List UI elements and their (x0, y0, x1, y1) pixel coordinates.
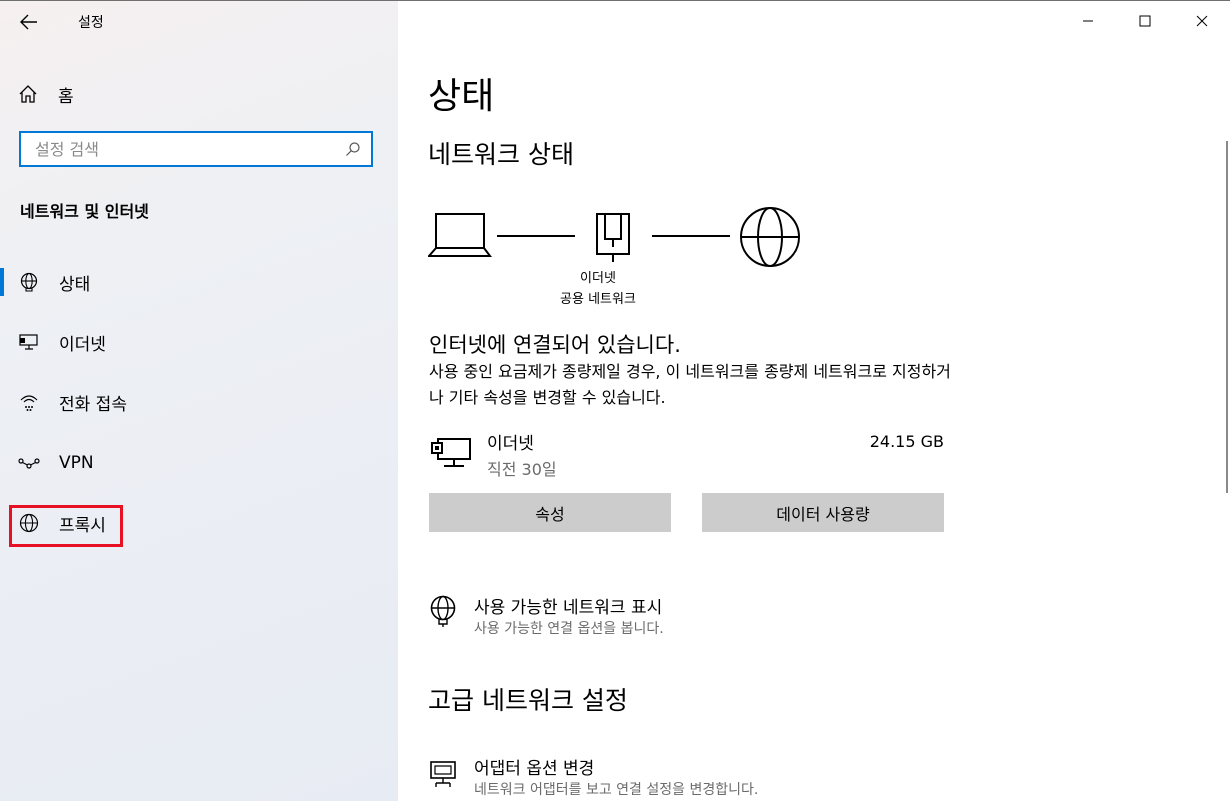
search-icon[interactable] (345, 141, 361, 161)
sidebar-item-dialup[interactable]: 전화 접속 (0, 382, 398, 422)
section-title: 네트워크 및 인터넷 (20, 202, 149, 221)
globe-internet-icon (740, 207, 800, 267)
minimize-button[interactable] (1059, 1, 1116, 41)
globe-icon (18, 512, 40, 534)
ethernet-adapter-icon (596, 213, 630, 262)
dialup-icon (18, 391, 40, 413)
scrollbar[interactable] (1226, 141, 1228, 493)
connector-line-right (652, 235, 730, 237)
advanced-settings-heading: 고급 네트워크 설정 (428, 686, 628, 715)
connection-name: 이더넷 (487, 434, 534, 454)
network-diagram: 이더넷 공용 네트워크 (428, 201, 808, 311)
page-title: 상태 (428, 76, 495, 117)
show-networks-link[interactable]: 사용 가능한 네트워크 표시 사용 가능한 연결 옵션을 봅니다. (428, 593, 928, 645)
sidebar-item-status[interactable]: 상태 (0, 262, 398, 302)
network-status-heading: 네트워크 상태 (428, 140, 574, 169)
home-icon (18, 83, 40, 105)
app-title: 설정 (78, 15, 104, 31)
connection-status-heading: 인터넷에 연결되어 있습니다. (429, 333, 681, 357)
maximize-button[interactable] (1116, 1, 1173, 41)
main-content: 상태 네트워크 상태 이더넷 공용 네트워크 인터넷에 연결되어 있습니다. 사… (398, 0, 1230, 801)
network-type-label: 공용 네트워크 (560, 292, 636, 307)
window-controls (1059, 1, 1230, 41)
connection-row: 이더넷 직전 30일 24.15 GB (428, 429, 944, 479)
back-button[interactable] (14, 9, 44, 35)
connection-usage: 24.15 GB (869, 432, 944, 451)
close-icon (1196, 15, 1207, 27)
minimize-icon (1082, 20, 1093, 22)
sidebar-item-label: 이더넷 (59, 334, 106, 355)
adapter-label: 이더넷 (580, 271, 616, 286)
sidebar-item-label: 전화 접속 (59, 394, 127, 415)
sidebar-item-label: VPN (59, 453, 94, 473)
adapter-options-link[interactable]: 어댑터 옵션 변경 네트워크 어댑터를 보고 연결 설정을 변경합니다. (428, 754, 928, 801)
globe-network-icon (430, 595, 456, 627)
back-arrow-icon (20, 14, 37, 30)
show-networks-subtitle: 사용 가능한 연결 옵션을 봅니다. (474, 621, 664, 637)
ethernet-icon (431, 438, 471, 467)
globe-status-icon (18, 271, 40, 293)
ethernet-icon (18, 331, 40, 353)
data-usage-button[interactable]: 데이터 사용량 (702, 493, 944, 532)
properties-button[interactable]: 속성 (429, 493, 671, 532)
vpn-icon (18, 452, 40, 474)
connection-period: 직전 30일 (487, 460, 557, 479)
sidebar-item-vpn[interactable]: VPN (0, 443, 398, 483)
show-networks-title: 사용 가능한 네트워크 표시 (474, 598, 663, 618)
sidebar-item-ethernet[interactable]: 이더넷 (0, 322, 398, 362)
home-label: 홈 (58, 86, 74, 107)
connector-line-left (497, 235, 575, 237)
adapter-options-subtitle: 네트워크 어댑터를 보고 연결 설정을 변경합니다. (474, 782, 759, 798)
sidebar-item-label: 상태 (59, 274, 91, 295)
maximize-icon (1139, 15, 1150, 27)
search-input[interactable] (21, 138, 337, 160)
sidebar-item-proxy[interactable]: 프록시 (0, 503, 398, 543)
search-box[interactable] (19, 131, 373, 167)
home-nav-item[interactable]: 홈 (18, 79, 74, 109)
settings-window: 설정 홈 네트워크 및 인터넷 (0, 0, 1230, 801)
sidebar: 설정 홈 네트워크 및 인터넷 (0, 0, 398, 801)
network-adapter-icon (430, 761, 456, 787)
adapter-options-title: 어댑터 옵션 변경 (474, 759, 595, 779)
connection-status-description: 사용 중인 요금제가 종량제일 경우, 이 네트워크를 종량제 네트워크로 지정… (429, 362, 951, 407)
close-button[interactable] (1173, 1, 1230, 41)
sidebar-item-label: 프록시 (59, 515, 106, 536)
laptop-icon (428, 213, 492, 257)
